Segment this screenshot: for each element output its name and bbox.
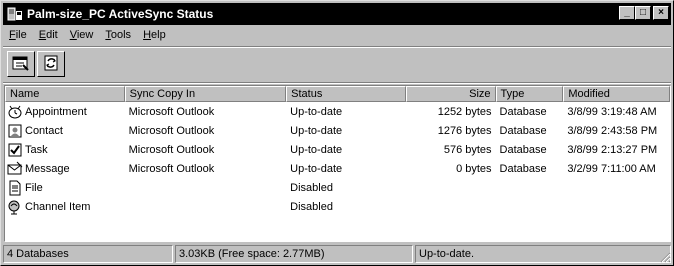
contact-icon: [7, 123, 23, 139]
row-status: Up-to-date: [290, 124, 343, 137]
menu-bar: File Edit View Tools Help: [3, 27, 172, 45]
row-name-cell: Contact: [5, 123, 125, 139]
row-type: Database: [499, 105, 547, 118]
table-row[interactable]: File Disabled: [5, 178, 670, 197]
column-header-type[interactable]: Type: [495, 86, 564, 102]
activesync-app-icon: [7, 6, 23, 22]
column-header-name[interactable]: Name: [5, 86, 125, 102]
row-sync-copy-in: Microsoft Outlook: [128, 143, 215, 156]
menu-tools[interactable]: Tools: [99, 27, 137, 45]
row-status: Disabled: [290, 200, 333, 213]
message-icon: [7, 161, 23, 177]
minimize-button[interactable]: _: [619, 6, 635, 20]
toolbar: [3, 51, 65, 81]
row-modified: 3/8/99 2:13:27 PM: [567, 143, 658, 156]
row-sync-copy-in: Microsoft Outlook: [128, 105, 215, 118]
toolbar-divider-top: [3, 46, 671, 48]
channel-item-icon: [7, 199, 23, 215]
sync-icon: [42, 54, 60, 75]
table-row[interactable]: Contact Microsoft Outlook Up-to-date 1276 b…: [5, 121, 670, 140]
properties-button[interactable]: [7, 51, 35, 77]
row-sync-copy-in: Microsoft Outlook: [128, 124, 215, 137]
maximize-button[interactable]: □: [635, 6, 651, 20]
row-name-cell: Channel Item: [5, 199, 125, 215]
row-size: 1252 bytes: [437, 105, 492, 118]
row-name-cell: Appointment: [5, 104, 125, 120]
column-header-modified[interactable]: Modified: [563, 86, 670, 102]
resize-grip[interactable]: [659, 251, 671, 263]
column-header-status[interactable]: Status: [286, 86, 406, 102]
column-header-size[interactable]: Size: [405, 86, 496, 102]
row-size: 0 bytes: [456, 162, 492, 175]
status-sync-state: Up-to-date.: [415, 245, 671, 263]
row-type: Database: [499, 143, 547, 156]
row-modified: 3/8/99 2:43:58 PM: [567, 124, 658, 137]
sync-now-button[interactable]: [37, 51, 65, 77]
row-size: 1276 bytes: [437, 124, 492, 137]
menu-file[interactable]: File: [3, 27, 33, 45]
row-name-cell: File: [5, 180, 125, 196]
row-status: Up-to-date: [290, 162, 343, 175]
row-name: Message: [25, 162, 70, 175]
menu-help[interactable]: Help: [137, 27, 172, 45]
column-header-sync-copy-in[interactable]: Sync Copy In: [124, 86, 287, 102]
row-modified: 3/8/99 3:19:48 AM: [567, 105, 657, 118]
status-database-count: 4 Databases: [3, 245, 173, 263]
row-sync-copy-in: Microsoft Outlook: [128, 162, 215, 175]
list-header: Name Sync Copy In Status Size Type Modif…: [5, 86, 670, 102]
row-name: Appointment: [25, 105, 87, 118]
window-title: Palm-size_PC ActiveSync Status: [27, 7, 214, 21]
row-modified: 3/2/99 7:11:00 AM: [567, 162, 656, 175]
table-row[interactable]: Message Microsoft Outlook Up-to-date 0 byte…: [5, 159, 670, 178]
row-status: Up-to-date: [290, 105, 343, 118]
row-type: Database: [499, 162, 547, 175]
row-name: File: [25, 181, 43, 194]
database-list[interactable]: Name Sync Copy In Status Size Type Modif…: [4, 85, 671, 242]
row-name: Channel Item: [25, 200, 91, 213]
table-row[interactable]: Appointment Microsoft Outlook Up-to-date 12…: [5, 102, 670, 121]
status-bar: 4 Databases 3.03KB (Free space: 2.77MB) …: [3, 245, 671, 263]
row-size: 576 bytes: [443, 143, 492, 156]
row-status: Up-to-date: [290, 143, 343, 156]
table-row[interactable]: Task Microsoft Outlook Up-to-date 576 bytes…: [5, 140, 670, 159]
window-controls: _ □ ×: [619, 6, 669, 20]
task-icon: [7, 142, 23, 158]
properties-icon: [12, 55, 30, 74]
row-name: Task: [25, 143, 48, 156]
row-name-cell: Message: [5, 161, 125, 177]
close-button[interactable]: ×: [653, 6, 669, 20]
title-bar[interactable]: Palm-size_PC ActiveSync Status _ □ ×: [3, 3, 671, 25]
row-name-cell: Task: [5, 142, 125, 158]
file-icon: [7, 180, 23, 196]
row-name: Contact: [25, 124, 63, 137]
status-space: 3.03KB (Free space: 2.77MB): [175, 245, 413, 263]
toolbar-divider-bottom: [3, 82, 671, 84]
row-type: Database: [499, 124, 547, 137]
appointment-icon: [7, 104, 23, 120]
row-status: Disabled: [290, 181, 333, 194]
list-body: Appointment Microsoft Outlook Up-to-date 12…: [5, 102, 670, 216]
menu-view[interactable]: View: [64, 27, 100, 45]
activesync-window: Palm-size_PC ActiveSync Status _ □ × Fil…: [0, 0, 674, 266]
menu-edit[interactable]: Edit: [33, 27, 64, 45]
table-row[interactable]: Channel Item Disabled: [5, 197, 670, 216]
